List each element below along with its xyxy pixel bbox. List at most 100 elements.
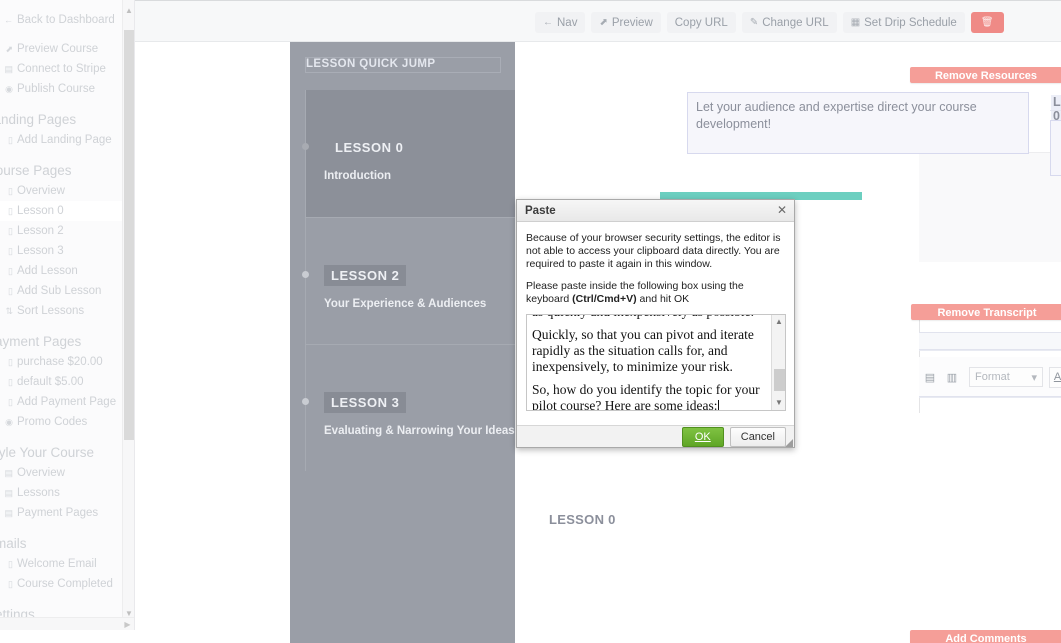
sidebar-item-promo-codes[interactable]: ◉ Promo Codes bbox=[0, 412, 134, 432]
paste-textarea-scrollbar[interactable]: ▲ ▼ bbox=[771, 315, 785, 410]
paste-dialog: Paste ✕ Because of your browser security… bbox=[516, 199, 795, 448]
sidebar-item-payment-pages[interactable]: ▤ Payment Pages bbox=[0, 503, 134, 523]
paste-scroll-thumb[interactable] bbox=[774, 369, 785, 391]
remove-transcript-button[interactable]: Remove Transcript bbox=[911, 304, 1061, 320]
sidebar-section-heading: Style Your Course bbox=[0, 444, 95, 460]
preview-button[interactable]: ⬈ Preview bbox=[591, 12, 661, 33]
sidebar-item-lesson-3[interactable]: ▯ Lesson 3 bbox=[0, 241, 134, 261]
pasted-paragraph: as quickly and inexpensively as possible… bbox=[532, 315, 766, 320]
ok-button[interactable]: OK bbox=[681, 427, 724, 447]
quick-jump-lesson-number: LESSON 2 bbox=[324, 265, 407, 286]
sidebar-item-overview[interactable]: ▯ Overview bbox=[0, 181, 134, 201]
quick-jump-list: LESSON 0 Introduction LESSON 2 Your Experie… bbox=[302, 90, 515, 471]
quick-jump-item[interactable]: LESSON 2 Your Experience & Audiences bbox=[302, 217, 515, 344]
set-drip-schedule-button[interactable]: ▦ Set Drip Schedule bbox=[842, 12, 965, 33]
quick-jump-item[interactable]: LESSON 3 Evaluating & Narrowing Your Idea… bbox=[302, 344, 515, 471]
text-caret bbox=[717, 400, 719, 410]
delete-button[interactable]: 🗑 bbox=[970, 12, 1004, 33]
sidebar-item-icon: ▯ bbox=[8, 245, 13, 256]
align-justify-icon[interactable]: ▥ bbox=[941, 366, 963, 388]
add-comments-button[interactable]: Add Comments bbox=[910, 630, 1061, 643]
close-icon[interactable]: ✕ bbox=[777, 204, 787, 216]
left-sidebar: ← Back to Dashboard ⬈ Preview Course ▤ Connec… bbox=[0, 0, 135, 630]
paste-instruction-2: Please paste inside the following box us… bbox=[526, 280, 785, 306]
change-url-button[interactable]: ✎ Change URL bbox=[741, 12, 837, 33]
toolbar-top-rule bbox=[135, 0, 1061, 1]
sidebar-item-lesson-0[interactable]: ▯ Lesson 0 bbox=[0, 201, 134, 221]
paste-dialog-titlebar[interactable]: Paste ✕ bbox=[517, 200, 794, 222]
sidebar-item-icon: ▤ bbox=[4, 63, 13, 74]
right-grey-panel bbox=[919, 152, 1061, 262]
format-dropdown[interactable]: Format ▾ bbox=[969, 367, 1043, 387]
sidebar-item-lessons[interactable]: ▤ Lessons bbox=[0, 483, 134, 503]
paste-shortcut-hint: (Ctrl/Cmd+V) bbox=[572, 293, 637, 305]
sidebar-item-icon: ▯ bbox=[8, 134, 13, 145]
sidebar-item-add-landing-page[interactable]: ▯ Add Landing Page bbox=[0, 130, 134, 150]
quick-jump-title: LESSON QUICK JUMP bbox=[305, 57, 501, 73]
sidebar-horizontal-scrollbar[interactable]: ▶ bbox=[0, 617, 134, 630]
paste-textarea[interactable]: as quickly and inexpensively as possible… bbox=[526, 314, 786, 411]
sidebar-item-preview-course[interactable]: ⬈ Preview Course bbox=[0, 39, 134, 59]
sidebar-item-overview[interactable]: ▤ Overview bbox=[0, 463, 134, 483]
scroll-right-icon[interactable]: ▶ bbox=[122, 618, 133, 630]
sidebar-scroll-thumb[interactable] bbox=[124, 30, 134, 440]
sidebar-item-welcome-email[interactable]: ▯ Welcome Email bbox=[0, 554, 134, 574]
sidebar-item-add-payment-page[interactable]: ▯ Add Payment Page bbox=[0, 392, 134, 412]
sidebar-item-label: Overview bbox=[17, 467, 65, 479]
paste-dialog-footer: OK Cancel bbox=[517, 426, 794, 448]
remove-resources-button[interactable]: Remove Resources bbox=[910, 67, 1061, 83]
sidebar-item-course-completed[interactable]: ▯ Course Completed bbox=[0, 574, 134, 594]
editor-strip-upper bbox=[919, 332, 1061, 350]
sidebar-item-icon: ⇅ bbox=[5, 305, 13, 316]
sidebar-item-icon: ▯ bbox=[8, 376, 13, 387]
sidebar-item-back-to-dashboard[interactable]: ← Back to Dashboard bbox=[0, 10, 134, 30]
sidebar-item-icon: ◉ bbox=[5, 83, 13, 94]
sidebar-item-publish-course[interactable]: ◉ Publish Course bbox=[0, 79, 134, 99]
editor-toolbar: ▤ ▥ Format ▾ A ▾ 🖼 ◇ bbox=[919, 364, 1061, 390]
sidebar-section-heading: Course Pages bbox=[0, 162, 72, 178]
quick-jump-lesson-subtitle: Your Experience & Audiences bbox=[324, 298, 487, 310]
sidebar-item-label: Sort Lessons bbox=[17, 305, 85, 317]
paste-dialog-body: Because of your browser security setting… bbox=[517, 222, 794, 426]
scroll-up-icon[interactable]: ▲ bbox=[772, 315, 785, 329]
sidebar-item-purchase-20-00[interactable]: ▯ purchase $20.00 bbox=[0, 352, 134, 372]
sidebar-item-icon: ▯ bbox=[8, 205, 13, 216]
text-color-button[interactable]: A ▾ bbox=[1049, 366, 1061, 388]
sidebar-item-add-sub-lesson[interactable]: ▯ Add Sub Lesson bbox=[0, 281, 134, 301]
sidebar-vertical-scrollbar[interactable]: ▲ ▼ bbox=[122, 0, 134, 630]
quick-jump-lesson-subtitle: Evaluating & Narrowing Your Ideas bbox=[324, 425, 515, 437]
lesson-input-field[interactable] bbox=[1050, 120, 1061, 176]
sidebar-item-add-lesson[interactable]: ▯ Add Lesson bbox=[0, 261, 134, 281]
sidebar-item-default-5-00[interactable]: ▯ default $5.00 bbox=[0, 372, 134, 392]
sidebar-item-sort-lessons[interactable]: ⇅ Sort Lessons bbox=[0, 301, 134, 321]
resize-grip-icon[interactable] bbox=[783, 437, 793, 447]
sidebar-item-label: default $5.00 bbox=[17, 376, 84, 388]
text-color-icon: A bbox=[1053, 371, 1061, 383]
sidebar-item-lesson-2[interactable]: ▯ Lesson 2 bbox=[0, 221, 134, 241]
scroll-down-icon[interactable]: ▼ bbox=[772, 396, 785, 410]
sidebar-item-label: Add Lesson bbox=[17, 265, 78, 277]
pasted-paragraph: So, how do you identify the topic for yo… bbox=[532, 382, 760, 411]
align-left-icon[interactable]: ▤ bbox=[919, 366, 941, 388]
top-toolbar: ← Nav ⬈ Preview Copy URL ✎ Change URL ▦ … bbox=[135, 0, 1061, 42]
lesson-quick-jump-panel: LESSON QUICK JUMP LESSON 0 Introduction LE… bbox=[290, 42, 515, 643]
nav-button[interactable]: ← Nav bbox=[535, 12, 586, 33]
editor-rule-top bbox=[919, 350, 1061, 351]
sidebar-item-connect-to-stripe[interactable]: ▤ Connect to Stripe bbox=[0, 59, 134, 79]
sidebar-item-icon: ▤ bbox=[4, 467, 13, 478]
sidebar-item-label: Preview Course bbox=[17, 43, 99, 55]
resources-text-box[interactable]: Let your audience and expertise direct y… bbox=[687, 92, 1029, 154]
cancel-button[interactable]: Cancel bbox=[729, 427, 786, 447]
copy-url-button[interactable]: Copy URL bbox=[666, 12, 736, 33]
lesson-section-heading: LESSON 0 bbox=[549, 512, 616, 527]
sidebar-section-heading: Landing Pages bbox=[0, 111, 77, 127]
timeline-dot-icon bbox=[302, 398, 309, 405]
scroll-up-icon[interactable]: ▲ bbox=[124, 5, 134, 17]
quick-jump-item[interactable]: LESSON 0 Introduction bbox=[302, 90, 515, 217]
quick-jump-lesson-number: LESSON 0 bbox=[335, 140, 404, 155]
sidebar-item-icon: ▯ bbox=[8, 356, 13, 367]
arrow-left-icon: ← bbox=[543, 17, 553, 28]
